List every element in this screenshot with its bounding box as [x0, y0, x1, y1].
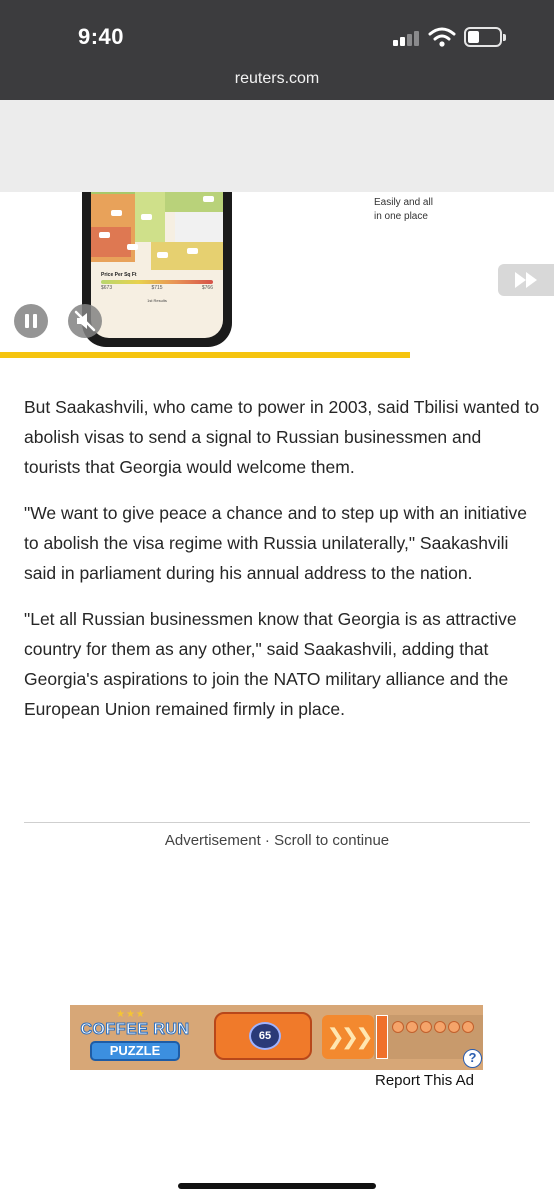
ad-caption: Easily and all in one place	[374, 196, 433, 224]
track-marker	[376, 1015, 388, 1059]
wifi-icon	[428, 26, 456, 48]
ad-map-screen: Price Per Sq Ft $673 $715 $766 1st Resul…	[91, 192, 223, 338]
address-bar-url[interactable]: reuters.com	[0, 70, 554, 88]
cellular-signal-icon	[393, 30, 421, 46]
stars-icon: ★★★	[116, 1009, 146, 1020]
ad-legend-gradient	[101, 280, 213, 284]
question-mark-icon[interactable]: ?	[463, 1049, 482, 1068]
skip-ad-button[interactable]	[498, 264, 554, 296]
ad-legend-label: Price Per Sq Ft	[101, 272, 137, 278]
muted-speaker-icon	[74, 310, 96, 332]
pause-button[interactable]	[14, 304, 48, 338]
ad-divider	[24, 822, 530, 823]
video-progress-bar	[0, 352, 410, 358]
status-time: 9:40	[78, 24, 125, 49]
article-paragraph: But Saakashvili, who came to power in 20…	[24, 397, 540, 477]
ad-placeholder-band	[0, 100, 554, 192]
ad-phone-image: Price Per Sq Ft $673 $715 $766 1st Resul…	[82, 192, 232, 347]
game-logo-line2: PUZZLE	[90, 1041, 180, 1061]
pause-icon	[25, 314, 29, 328]
game-logo: ★★★ COFFEE RUN PUZZLE	[76, 1009, 194, 1066]
report-ad-link[interactable]: Report This Ad	[375, 1072, 474, 1089]
home-indicator[interactable]	[178, 1183, 376, 1189]
ad-legend-max: $766	[201, 285, 213, 291]
browser-top-bar: 9:40 reuters.com	[0, 0, 554, 100]
mute-button[interactable]	[68, 304, 102, 338]
banner-ad[interactable]: ★★★ COFFEE RUN PUZZLE 65 ❯❯❯	[70, 1005, 483, 1070]
ad-legend-values: $673 $715 $766	[101, 285, 213, 291]
ad-legend-mid: $715	[151, 285, 163, 291]
article-body: But Saakashvili, who came to power in 20…	[24, 392, 540, 740]
game-block: 65	[214, 1012, 312, 1060]
advertisement-label: Advertisement · Scroll to continue	[164, 832, 390, 849]
article-paragraph: "Let all Russian businessmen know that G…	[24, 609, 517, 719]
video-ad[interactable]: Price Per Sq Ft $673 $715 $766 1st Resul…	[0, 192, 554, 358]
bomb-icon: 65	[249, 1022, 281, 1050]
arrows-icon: ❯❯❯	[322, 1015, 374, 1059]
game-logo-line1: COFFEE RUN	[80, 1021, 190, 1039]
article-paragraph: "We want to give peace a chance and to s…	[24, 503, 528, 583]
battery-icon	[464, 27, 506, 47]
ad-results-text: 1st Results	[147, 298, 167, 303]
ad-legend-min: $673	[101, 285, 113, 291]
ad-caption-line2: in one place	[374, 211, 428, 222]
ad-caption-line1: Easily and all	[374, 197, 433, 208]
fast-forward-icon	[515, 272, 537, 288]
